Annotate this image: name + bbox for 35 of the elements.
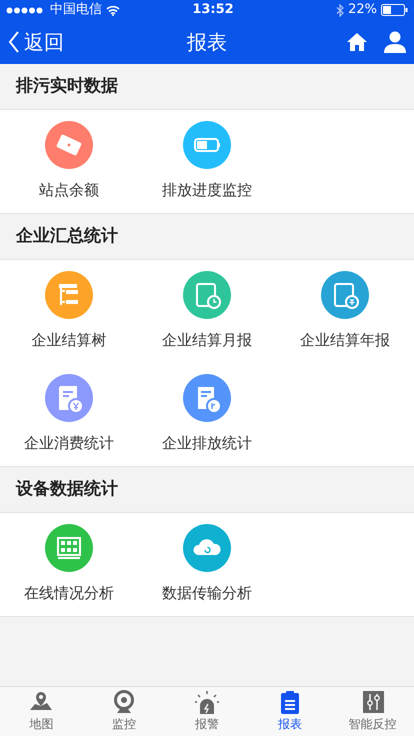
tab[interactable]: 报警 <box>166 687 248 736</box>
tile-label[interactable]: 排放进度监控 <box>162 179 252 202</box>
tile-label[interactable]: 在线情况分析 <box>24 582 114 605</box>
tree-icon[interactable] <box>45 271 93 320</box>
tile-label[interactable]: 站点余额 <box>39 179 99 202</box>
tile-label[interactable]: 企业结算年报 <box>300 329 390 352</box>
tile-label[interactable]: 企业结算月报 <box>162 329 252 352</box>
battery-icon[interactable] <box>183 121 231 170</box>
tab[interactable]: 监控 <box>82 687 166 736</box>
clock-document-icon[interactable] <box>183 271 231 320</box>
tile-label[interactable]: 企业排放统计 <box>162 432 252 455</box>
grid-icon[interactable] <box>45 524 93 572</box>
bluetooth-icon <box>336 4 344 16</box>
battery-icon <box>380 4 408 16</box>
tab[interactable]: 智能反控 <box>331 687 414 736</box>
back-button[interactable]: 返回 <box>8 27 64 57</box>
card-icon[interactable] <box>45 121 93 170</box>
alarm-light-icon <box>194 690 220 715</box>
tab[interactable]: 地图 <box>0 687 83 736</box>
tile-label[interactable]: 数据传输分析 <box>162 582 252 605</box>
page-title: 报表 <box>187 29 227 56</box>
money-document-icon[interactable] <box>45 374 93 422</box>
wifi-icon <box>106 4 120 16</box>
home-icon[interactable] <box>346 32 368 52</box>
carrier-name: 中国电信 <box>50 1 102 20</box>
chart-document-icon[interactable] <box>183 374 231 422</box>
calendar-document-icon[interactable] <box>321 271 369 320</box>
clock: 13:52 <box>192 1 234 20</box>
battery-percent: 22% <box>348 1 377 20</box>
tab[interactable]: 报表 <box>248 687 332 736</box>
tile-label[interactable]: 企业结算树 <box>32 329 106 352</box>
back-chevron-icon <box>8 31 20 53</box>
user-icon[interactable] <box>384 31 406 53</box>
tile-label[interactable]: 企业消费统计 <box>24 432 114 455</box>
cloud-icon[interactable] <box>183 524 231 572</box>
